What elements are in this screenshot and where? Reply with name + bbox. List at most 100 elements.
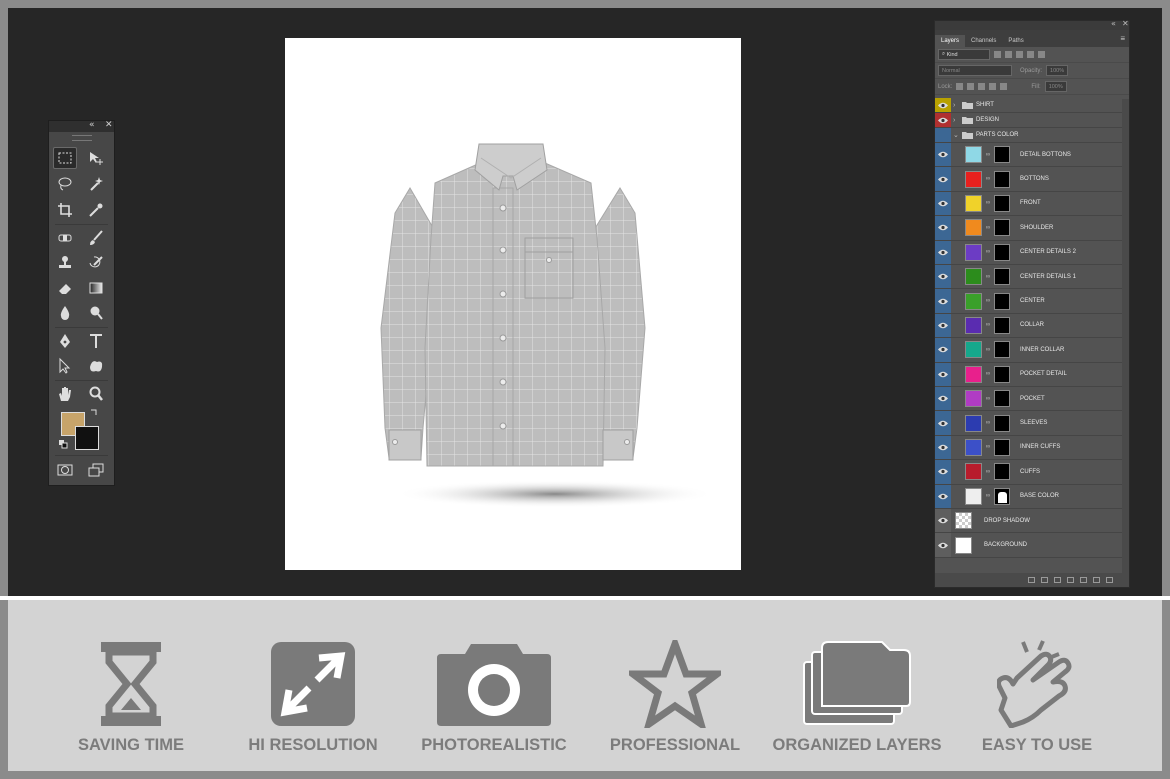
layer-mask-thumbnail[interactable] (994, 316, 1010, 334)
spot-healing-tool[interactable] (53, 227, 77, 249)
layer-row[interactable]: ∞ CENTER (935, 289, 1123, 314)
layer-group-row[interactable]: › SHIRT (935, 98, 1123, 113)
layer-row[interactable]: ∞ COLLAR (935, 313, 1123, 339)
visibility-eye-icon[interactable] (935, 191, 951, 216)
layer-mask-thumbnail[interactable] (994, 194, 1010, 212)
zoom-tool[interactable] (84, 383, 108, 405)
link-icon[interactable]: ∞ (985, 225, 991, 231)
type-tool[interactable] (84, 330, 108, 352)
layer-row[interactable]: ∞ BOTTONS (935, 167, 1123, 192)
history-brush-tool[interactable] (84, 252, 108, 274)
collapse-icon[interactable]: « (1111, 19, 1116, 28)
layer-mask-thumbnail[interactable] (994, 414, 1010, 432)
filter-adjustment-icon[interactable] (1005, 51, 1012, 58)
visibility-eye-icon[interactable] (935, 484, 951, 508)
lock-position-icon[interactable] (978, 83, 986, 90)
link-icon[interactable]: ∞ (985, 347, 991, 353)
panel-grip[interactable] (71, 135, 92, 141)
default-colors-icon[interactable] (58, 439, 68, 449)
layer-mask-thumbnail[interactable] (994, 438, 1010, 456)
tab-channels[interactable]: Channels (965, 35, 1002, 47)
layer-row[interactable]: DROP SHADOW (935, 509, 1123, 534)
link-icon[interactable]: ∞ (985, 420, 991, 426)
fill-field[interactable]: 100% (1044, 81, 1067, 92)
opacity-field[interactable]: 100% (1046, 65, 1069, 76)
link-icon[interactable]: ∞ (985, 469, 991, 475)
brush-tool[interactable] (84, 227, 108, 249)
expand-chevron-icon[interactable]: ⌄ (953, 131, 959, 139)
link-icon[interactable]: ∞ (985, 493, 991, 499)
link-icon[interactable]: ∞ (985, 200, 991, 206)
rectangular-marquee-tool[interactable] (53, 147, 77, 169)
layer-group-row[interactable]: › DESIGN (935, 113, 1123, 128)
tab-paths[interactable]: Paths (1002, 35, 1029, 47)
panel-menu-icon[interactable]: ≡ (1120, 34, 1125, 43)
lock-pixels-icon[interactable] (967, 83, 975, 90)
layer-row[interactable]: ∞ INNER COLLAR (935, 338, 1123, 363)
blend-mode-select[interactable]: Normal (938, 65, 1012, 76)
layer-row[interactable]: ∞ CENTER DETAILS 2 (935, 240, 1123, 265)
filter-pixel-icon[interactable] (994, 51, 1001, 58)
visibility-eye-icon[interactable] (935, 460, 951, 484)
clone-stamp-tool[interactable] (53, 252, 77, 274)
visibility-eye-icon[interactable] (935, 216, 951, 240)
lock-all-icon[interactable] (1000, 83, 1008, 90)
filter-type-icon[interactable] (1016, 51, 1023, 58)
layer-row[interactable]: BACKGROUND (935, 533, 1123, 558)
layer-mask-thumbnail[interactable] (994, 463, 1010, 481)
magic-wand-tool[interactable] (84, 173, 108, 195)
filter-kind-select[interactable]: ⌕ Kind (938, 49, 990, 60)
path-selection-tool[interactable] (53, 355, 77, 377)
layer-mask-thumbnail[interactable] (994, 365, 1010, 383)
visibility-eye-icon[interactable] (935, 509, 951, 533)
blur-tool[interactable] (53, 302, 77, 324)
layer-row[interactable]: ∞ POCKET DETAIL (935, 362, 1123, 387)
dodge-tool[interactable] (84, 302, 108, 324)
link-icon[interactable]: ∞ (985, 249, 991, 255)
trash-icon[interactable] (1106, 577, 1113, 583)
layer-mask-thumbnail[interactable] (994, 146, 1010, 164)
expand-chevron-icon[interactable]: › (953, 117, 959, 124)
visibility-eye-icon[interactable] (935, 167, 951, 191)
new-group-icon[interactable] (1080, 577, 1087, 583)
layer-row[interactable]: ∞ SHOULDER (935, 216, 1123, 241)
layer-row[interactable]: ∞ SLEEVES (935, 411, 1123, 436)
crop-tool[interactable] (53, 199, 77, 221)
filter-shape-icon[interactable] (1027, 51, 1034, 58)
layer-mask-thumbnail[interactable] (994, 390, 1010, 408)
link-icon[interactable]: ∞ (985, 274, 991, 280)
layer-row[interactable]: ∞ DETAIL BOTTONS (935, 143, 1123, 168)
layer-row[interactable]: ∞ CENTER DETAILS 1 (935, 265, 1123, 290)
visibility-eye-icon[interactable] (935, 411, 951, 435)
layers-scrollbar[interactable] (1122, 99, 1129, 579)
eraser-tool[interactable] (53, 277, 77, 299)
visibility-eye-icon[interactable] (935, 265, 951, 289)
close-icon[interactable]: ✕ (105, 120, 113, 130)
link-icon[interactable]: ∞ (985, 444, 991, 450)
layer-mask-thumbnail[interactable] (994, 292, 1010, 310)
visibility-eye-icon[interactable] (935, 143, 951, 167)
filter-smart-object-icon[interactable] (1038, 51, 1045, 58)
layer-row[interactable]: ∞ POCKET (935, 387, 1123, 412)
visibility-eye-icon[interactable] (935, 533, 951, 557)
screen-mode-button[interactable] (84, 459, 108, 481)
layer-row[interactable]: ∞ FRONT (935, 191, 1123, 217)
link-icon[interactable]: ∞ (985, 322, 991, 328)
layer-mask-thumbnail[interactable] (994, 243, 1010, 261)
swap-colors-icon[interactable] (89, 408, 99, 418)
link-icon[interactable]: ∞ (985, 298, 991, 304)
adjustment-layer-icon[interactable] (1067, 577, 1074, 583)
link-icon[interactable]: ∞ (985, 371, 991, 377)
layer-row[interactable]: ∞ CUFFS (935, 460, 1123, 485)
document-canvas[interactable] (285, 38, 741, 570)
visibility-eye-icon[interactable] (935, 289, 951, 313)
add-mask-icon[interactable] (1054, 577, 1061, 583)
tools-panel-header[interactable]: « ✕ (49, 120, 114, 132)
close-icon[interactable]: ✕ (1122, 19, 1129, 28)
lasso-tool[interactable] (53, 173, 77, 195)
background-color-swatch[interactable] (75, 426, 99, 450)
visibility-eye-icon[interactable] (935, 362, 951, 386)
new-layer-icon[interactable] (1093, 577, 1100, 583)
layer-mask-thumbnail[interactable] (994, 341, 1010, 359)
expand-chevron-icon[interactable]: › (953, 102, 959, 109)
